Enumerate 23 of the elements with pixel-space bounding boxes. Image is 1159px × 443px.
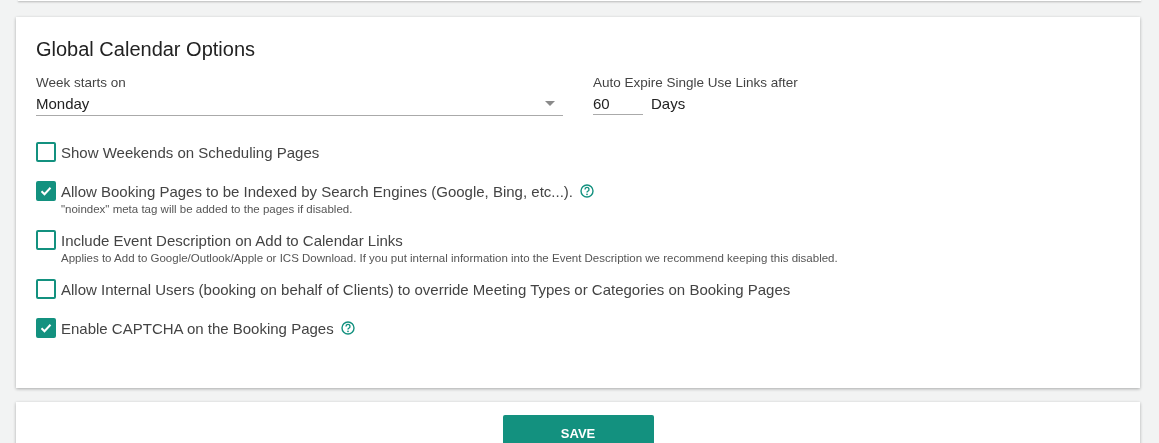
option-note: Applies to Add to Google/Outlook/Apple or ICS Download. If you put internal information into the Event Description we recommend keeping this disabled. (61, 252, 839, 264)
save-button[interactable]: SAVE (502, 415, 654, 443)
help-icon[interactable] (340, 321, 355, 335)
option-note: "noindex" meta tag will be added to the pages if disabled. (61, 203, 354, 215)
option-label: Include Event Description on Add to Calendar Links (61, 231, 403, 249)
option-label: Allow Booking Pages to be Indexed by Search Engines (Google, Bing, etc...). (61, 182, 573, 200)
caret-icon (545, 101, 555, 106)
help-icon[interactable] (580, 184, 594, 198)
checkbox[interactable] (36, 230, 56, 250)
option-label: Enable CAPTCHA on the Booking Pages (61, 319, 334, 337)
section-title: Global Calendar Options (36, 37, 256, 61)
option-label: Show Weekends on Scheduling Pages (61, 143, 320, 161)
checkmark-icon (39, 184, 53, 198)
checkbox[interactable] (36, 142, 56, 162)
checkbox[interactable] (36, 318, 56, 338)
checkmark-icon (39, 321, 53, 335)
field-label: Week starts on (36, 74, 127, 92)
option-label: Allow Internal Users (booking on behalf of Clients) to override Meeting Types or Categories on Booking Pages (61, 280, 791, 298)
unit-label: Days (651, 95, 686, 112)
week-start-select[interactable]: Monday (36, 92, 563, 116)
checkbox[interactable] (36, 181, 56, 201)
checkbox[interactable] (36, 279, 56, 299)
field-label: Auto Expire Single Use Links after (593, 74, 798, 92)
